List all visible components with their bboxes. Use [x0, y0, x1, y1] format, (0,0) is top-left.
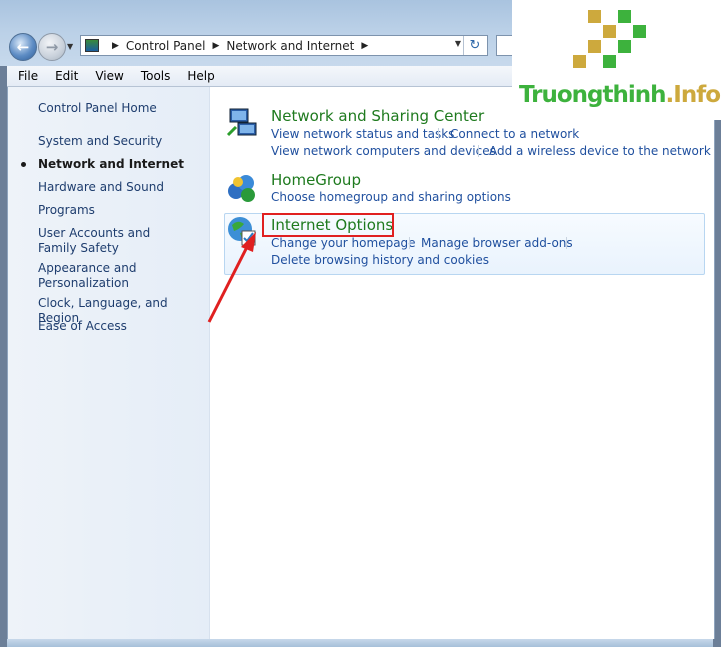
menu-file[interactable]: File: [7, 69, 44, 83]
homegroup-icon: [228, 175, 255, 202]
back-button[interactable]: ←: [9, 33, 37, 61]
breadcrumb-control-panel[interactable]: Control Panel: [126, 39, 206, 53]
link-separator: [409, 237, 410, 249]
watermark-text: Truongthinh.Info: [519, 82, 721, 108]
chevron-right-icon[interactable]: ▶: [361, 41, 368, 51]
forward-button[interactable]: →: [38, 33, 66, 61]
link-separator: [438, 128, 439, 140]
address-dropdown-icon[interactable]: ▼: [455, 39, 461, 48]
breadcrumb-network-internet[interactable]: Network and Internet: [226, 39, 354, 53]
arrow-left-icon: ←: [16, 38, 30, 56]
menu-help[interactable]: Help: [176, 69, 220, 83]
network-sharing-icon: [226, 108, 257, 137]
link-add-wireless-device[interactable]: Add a wireless device to the network: [489, 144, 711, 158]
category-title-homegroup[interactable]: HomeGroup: [271, 171, 361, 189]
category-title-network-sharing[interactable]: Network and Sharing Center: [271, 107, 484, 125]
link-choose-homegroup[interactable]: Choose homegroup and sharing options: [271, 190, 511, 204]
sidebar-item-hardware-sound[interactable]: Hardware and Sound: [38, 180, 164, 195]
refresh-icon[interactable]: ↻: [463, 36, 486, 55]
link-separator: [478, 145, 479, 157]
control-panel-icon: [85, 39, 99, 52]
link-change-homepage[interactable]: Change your homepage: [271, 236, 416, 250]
link-manage-addons[interactable]: Manage browser add-ons: [421, 236, 573, 250]
link-delete-browsing-history[interactable]: Delete browsing history and cookies: [271, 253, 489, 267]
menu-tools[interactable]: Tools: [130, 69, 177, 83]
sidebar-item-network-internet: Network and Internet: [38, 157, 184, 171]
link-view-network-computers[interactable]: View network computers and devices: [271, 144, 496, 158]
menu-view[interactable]: View: [84, 69, 129, 83]
sidebar-item-home[interactable]: Control Panel Home: [38, 101, 157, 116]
chevron-right-icon[interactable]: ▶: [112, 41, 119, 51]
internet-options-icon: [228, 217, 256, 246]
sidebar-item-appearance[interactable]: Appearance and Personalization: [38, 261, 158, 291]
sidebar: Control Panel Home System and Security N…: [8, 87, 210, 639]
sidebar-item-user-accounts[interactable]: User Accounts and Family Safety: [38, 226, 188, 256]
link-connect-to-network[interactable]: Connect to a network: [450, 127, 579, 141]
chevron-right-icon[interactable]: ▶: [213, 41, 220, 51]
sidebar-item-programs[interactable]: Programs: [38, 203, 95, 218]
sidebar-item-system-security[interactable]: System and Security: [38, 134, 162, 149]
link-view-network-status[interactable]: View network status and tasks: [271, 127, 454, 141]
active-bullet-icon: [21, 162, 26, 167]
link-separator: [566, 237, 567, 249]
annotation-highlight-box: [262, 213, 394, 237]
menu-edit[interactable]: Edit: [44, 69, 84, 83]
arrow-right-icon: →: [45, 38, 59, 56]
address-bar[interactable]: ▶ Control Panel ▶ Network and Internet ▶…: [80, 35, 488, 56]
sidebar-item-ease-of-access[interactable]: Ease of Access: [38, 319, 127, 334]
window-bottom-frame: [7, 639, 713, 647]
recent-pages-dropdown[interactable]: ▼: [67, 42, 73, 51]
content-area: Control Panel Home System and Security N…: [7, 87, 715, 639]
